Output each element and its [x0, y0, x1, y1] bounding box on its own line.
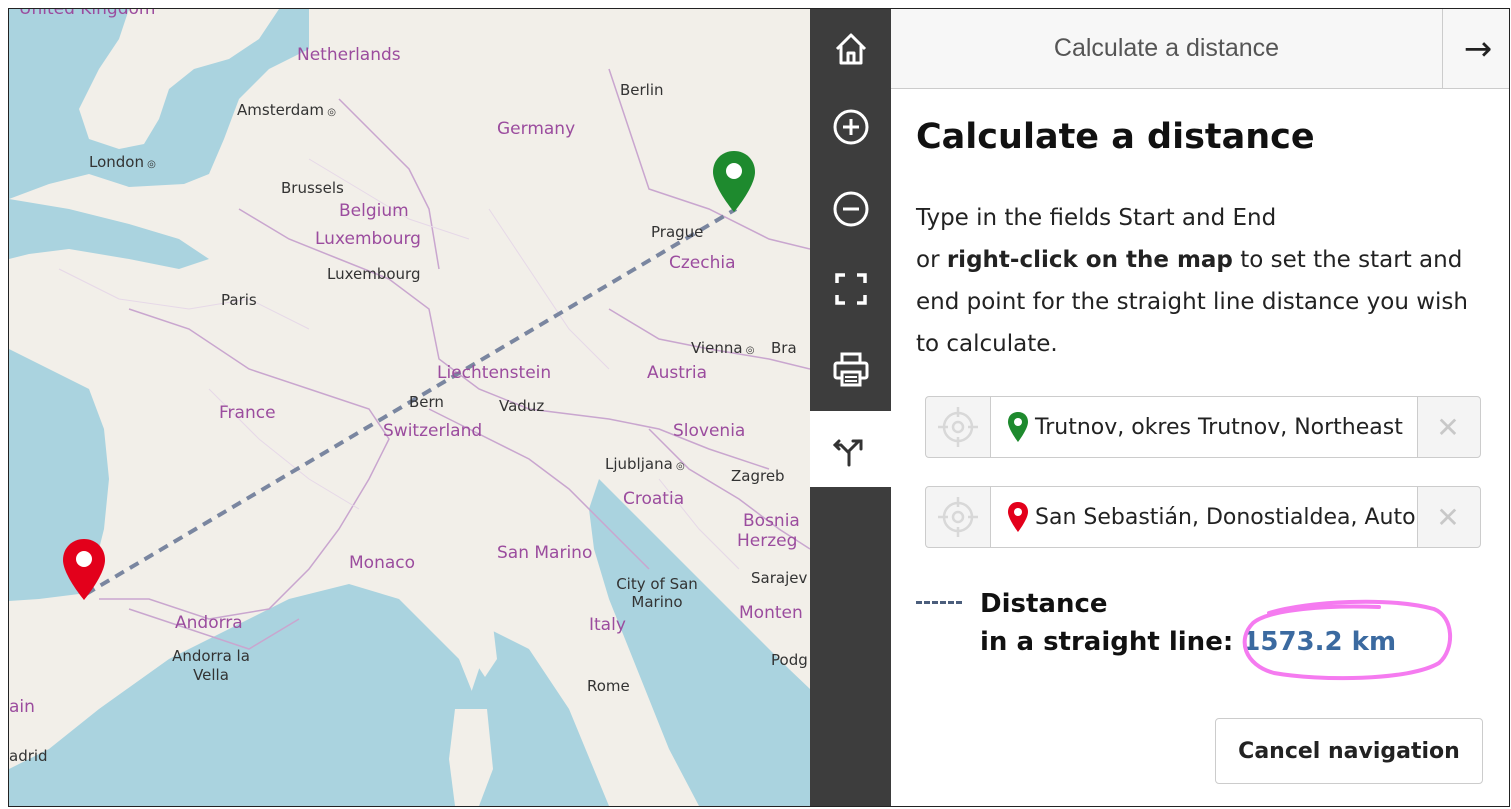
app-frame: United Kingdom Netherlands Amsterdam Ber…	[8, 8, 1510, 807]
start-pin-icon[interactable]	[711, 149, 757, 215]
collapse-panel-button[interactable]: →	[1442, 9, 1509, 88]
label-switzerland: Switzerland	[383, 421, 483, 441]
label-prague: Prague	[651, 223, 704, 241]
map-view[interactable]: United Kingdom Netherlands Amsterdam Ber…	[9, 9, 810, 806]
label-bosnia: Bosnia	[743, 511, 800, 531]
label-zagreb: Zagreb	[731, 467, 785, 485]
cancel-navigation-button[interactable]: Cancel navigation	[1215, 718, 1483, 784]
end-clear-button[interactable]: ✕	[1416, 487, 1480, 547]
label-netherlands: Netherlands	[297, 45, 401, 65]
instructions-or: or	[916, 247, 947, 273]
label-city-of-san-marino: City of San Marino	[616, 575, 698, 611]
green-pin-icon	[1008, 412, 1028, 442]
label-belgium: Belgium	[339, 201, 409, 221]
label-andorra: Andorra	[175, 613, 243, 633]
label-paris: Paris	[221, 291, 257, 309]
dashed-line-legend	[916, 601, 962, 604]
red-pin-icon	[1008, 502, 1028, 532]
home-button[interactable]	[810, 11, 891, 87]
fullscreen-button[interactable]	[810, 251, 891, 327]
print-button[interactable]	[810, 331, 891, 407]
end-locate-button[interactable]	[926, 487, 990, 547]
label-vienna: Vienna	[691, 339, 754, 357]
label-united-kingdom: United Kingdom	[19, 9, 156, 19]
label-montenegro: Monten	[739, 603, 803, 623]
arrow-right-icon: →	[1463, 28, 1493, 69]
label-brussels: Brussels	[281, 179, 344, 197]
end-input-value: San Sebastián, Donostialdea, Autonomous	[1035, 504, 1417, 530]
label-luxembourg-country: Luxembourg	[315, 229, 421, 249]
highlight-circle	[1242, 599, 1453, 681]
instructions: Type in the fields Start and End or righ…	[916, 197, 1476, 365]
label-podgorica: Podg	[771, 651, 808, 669]
zoom-in-button[interactable]	[810, 89, 891, 165]
label-rome: Rome	[587, 677, 630, 695]
close-icon: ✕	[1436, 410, 1460, 444]
label-london: London	[89, 153, 156, 171]
fullscreen-icon	[834, 273, 867, 305]
label-slovenia: Slovenia	[673, 421, 746, 441]
end-input[interactable]: San Sebastián, Donostialdea, Autonomous	[990, 486, 1418, 548]
label-austria: Austria	[647, 363, 708, 383]
zoom-in-icon	[833, 109, 868, 145]
page-title: Calculate a distance	[916, 117, 1315, 157]
label-spain: ain	[9, 697, 35, 717]
zoom-out-button[interactable]	[810, 171, 891, 247]
label-san-marino: San Marino	[497, 543, 593, 563]
panel-header: Calculate a distance →	[891, 9, 1509, 89]
start-field: Trutnov, okres Trutnov, Northeast ✕	[925, 396, 1481, 458]
label-amsterdam: Amsterdam	[237, 101, 336, 119]
distance-label-2: in a straight line:	[980, 627, 1243, 657]
crosshair-icon	[938, 497, 978, 537]
label-sarajevo: Sarajev	[751, 569, 808, 587]
print-icon	[833, 352, 868, 387]
route-icon	[832, 439, 862, 467]
label-andorra-la-vella: Andorra la Vella	[172, 647, 250, 684]
label-ljubljana: Ljubljana	[605, 455, 685, 473]
instructions-bold: right-click on the map	[946, 247, 1233, 273]
end-field: San Sebastián, Donostialdea, Autonomous …	[925, 486, 1481, 548]
start-input-value: Trutnov, okres Trutnov, Northeast	[1035, 414, 1403, 440]
home-icon	[835, 33, 866, 65]
route-button[interactable]	[810, 411, 891, 487]
distance-label: Distance	[980, 589, 1108, 619]
end-pin-icon[interactable]	[61, 537, 107, 603]
label-france: France	[219, 403, 276, 423]
label-germany: Germany	[497, 119, 576, 139]
label-vaduz: Vaduz	[499, 397, 545, 415]
close-icon: ✕	[1436, 500, 1460, 534]
distance-panel: Calculate a distance → Calculate a dista…	[891, 9, 1509, 806]
zoom-out-icon	[833, 191, 868, 227]
label-italy: Italy	[589, 615, 626, 635]
label-monaco: Monaco	[349, 553, 416, 573]
start-locate-button[interactable]	[926, 397, 990, 457]
label-bern: Bern	[409, 393, 444, 411]
crosshair-icon	[938, 407, 978, 447]
start-clear-button[interactable]: ✕	[1416, 397, 1480, 457]
label-czechia: Czechia	[669, 253, 736, 273]
label-bratislava: Bra	[771, 339, 797, 357]
label-liechtenstein: Liechtenstein	[437, 363, 552, 383]
label-berlin: Berlin	[620, 81, 664, 99]
label-madrid: adrid	[9, 747, 48, 765]
map-toolbar	[810, 9, 891, 806]
panel-header-title: Calculate a distance	[1053, 34, 1280, 62]
label-luxembourg-city: Luxembourg	[327, 265, 421, 283]
label-herzeg: Herzeg	[737, 531, 798, 551]
instructions-line1: Type in the fields Start and End	[916, 205, 1277, 231]
start-input[interactable]: Trutnov, okres Trutnov, Northeast	[990, 396, 1418, 458]
label-croatia: Croatia	[623, 489, 685, 509]
